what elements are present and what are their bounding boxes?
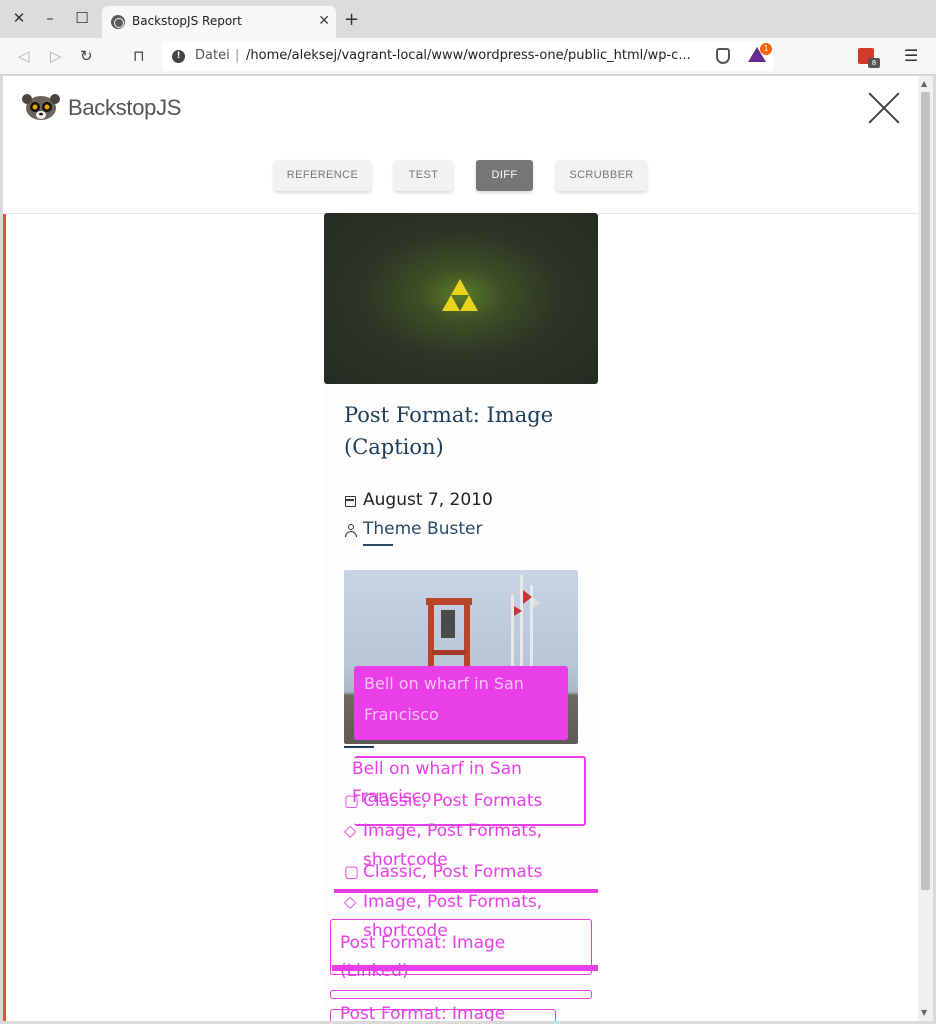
folder-icon: ▢	[344, 791, 360, 810]
author-underline	[363, 544, 393, 546]
url-separator: |	[235, 48, 240, 63]
diff-band	[332, 965, 598, 971]
scrubber-button[interactable]: SCRUBBER	[556, 160, 647, 191]
tab-close-icon[interactable]: ✕	[318, 13, 330, 29]
caption-underline	[344, 746, 374, 748]
menu-icon[interactable]: ☰	[904, 46, 918, 65]
diff-next-post-box	[330, 990, 592, 999]
triforce-icon	[442, 279, 478, 311]
post-title: Post Format: Image (Caption)	[344, 403, 554, 459]
rewards-badge: 1	[760, 43, 772, 55]
folder-icon: ▢	[344, 862, 360, 881]
browser-tab-bar: ✕ – ☐ BackstopJS Report ✕ +	[0, 0, 936, 38]
tag-icon: ◇	[344, 821, 357, 840]
diff-image: Post Format: Image (Caption) August 7, 2…	[324, 213, 598, 1021]
bookmark-icon[interactable]: ⊓	[133, 47, 145, 65]
tag-icon: ◇	[344, 892, 357, 911]
test-button[interactable]: TEST	[394, 160, 453, 191]
page-scrollbar[interactable]: ▲ ▼	[918, 76, 933, 1021]
back-icon[interactable]: ◁	[18, 47, 30, 65]
brand-name: BackstopJS	[68, 95, 182, 120]
categories-1[interactable]: Classic, Post Formats	[363, 791, 542, 811]
next-post-title-1a[interactable]: Post Format: Image	[340, 933, 505, 953]
hero-image	[324, 213, 598, 384]
address-bar[interactable]: ! Datei | /home/aleksej/vagrant-local/ww…	[162, 42, 774, 71]
window-maximize-icon[interactable]: ☐	[72, 8, 92, 28]
info-icon[interactable]: !	[172, 50, 185, 63]
security-label: Datei	[195, 48, 230, 63]
ghost-caption-2: Francisco	[364, 705, 439, 724]
window-close-icon[interactable]: ✕	[9, 8, 29, 28]
extension-badge: 8	[868, 58, 880, 68]
calendar-icon	[345, 496, 356, 507]
forward-icon[interactable]: ▷	[50, 47, 62, 65]
globe-icon	[111, 15, 125, 29]
scroll-thumb[interactable]	[921, 92, 930, 890]
report-page: BackstopJS REFERENCE TEST DIFF SCRUBBER …	[3, 76, 918, 1021]
post-author: Theme Buster	[363, 519, 483, 539]
reload-icon[interactable]: ↻	[80, 47, 93, 65]
categories-2[interactable]: Classic, Post Formats	[363, 862, 542, 882]
window-minimize-icon[interactable]: –	[40, 8, 60, 28]
post-date: August 7, 2010	[363, 490, 493, 510]
user-icon	[345, 524, 357, 537]
caption-line-1: Bell on wharf in San	[352, 759, 522, 779]
tags-2a[interactable]: Image, Post Formats,	[363, 892, 542, 912]
tags-1a[interactable]: Image, Post Formats,	[363, 821, 542, 841]
new-tab-icon[interactable]: +	[344, 11, 359, 29]
ghost-caption-1: Bell on wharf in San	[364, 674, 524, 693]
browser-toolbar: ◁ ▷ ↻ ⊓ ! Datei | /home/aleksej/vagrant-…	[0, 38, 936, 75]
brave-shield-icon[interactable]	[716, 48, 730, 64]
url-text[interactable]: /home/aleksej/vagrant-local/www/wordpres…	[246, 48, 691, 63]
close-icon[interactable]	[866, 90, 902, 126]
scroll-up-icon[interactable]: ▲	[921, 79, 927, 88]
lemur-logo-icon	[22, 94, 60, 120]
diff-indicator-line	[3, 214, 6, 1021]
diff-next-post-box	[330, 1009, 556, 1021]
reference-button[interactable]: REFERENCE	[274, 160, 371, 191]
next-post-title-1b[interactable]: (Linked)	[340, 961, 409, 981]
scroll-down-icon[interactable]: ▼	[921, 1008, 927, 1017]
diff-button[interactable]: DIFF	[476, 160, 533, 191]
browser-tab[interactable]: BackstopJS Report ✕	[102, 6, 336, 38]
tab-title: BackstopJS Report	[132, 14, 242, 28]
